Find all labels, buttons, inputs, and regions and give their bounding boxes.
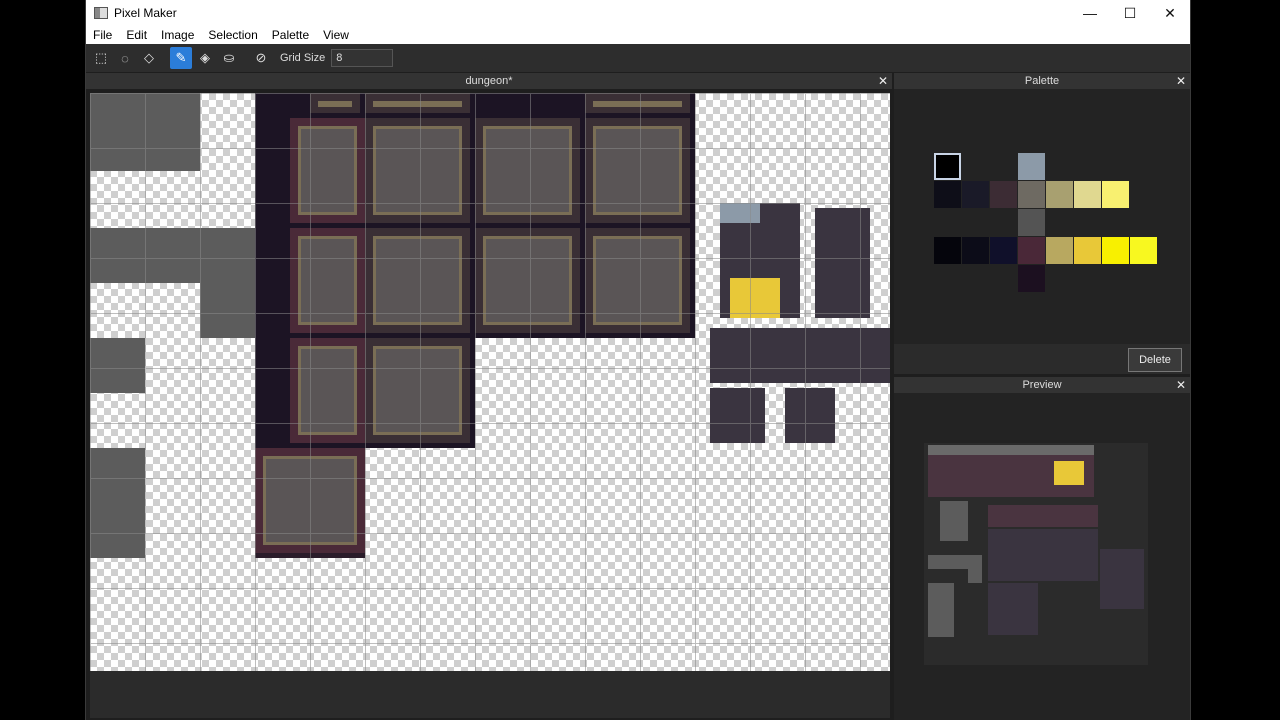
palette-swatch[interactable] (1018, 209, 1045, 236)
palette-swatch[interactable] (1018, 237, 1045, 264)
palette-swatch[interactable] (1074, 237, 1101, 264)
title-bar: Pixel Maker — ☐ ✕ (86, 0, 1190, 26)
ellipse-select-icon[interactable]: ◌ (114, 47, 136, 69)
eraser-icon[interactable]: ◈ (194, 47, 216, 69)
grey-block (90, 338, 145, 393)
app-icon (94, 7, 108, 19)
palette-swatch[interactable] (1102, 181, 1129, 208)
preview-header: Preview ✕ (894, 377, 1190, 393)
palette-swatch[interactable] (1018, 265, 1045, 292)
close-window-button[interactable]: ✕ (1150, 0, 1190, 26)
menu-edit[interactable]: Edit (119, 28, 154, 42)
floor-tile (365, 93, 470, 113)
grey-block (90, 93, 200, 171)
palette-swatch[interactable] (990, 237, 1017, 264)
canvas-margin (90, 671, 890, 718)
sprite-highlight (730, 278, 780, 318)
floor-tile (585, 93, 690, 113)
preview-tiles (988, 529, 1098, 581)
lasso-select-icon[interactable]: ◇ (138, 47, 160, 69)
wall-tile (255, 448, 365, 553)
floor-tile (475, 118, 580, 223)
fill-bucket-icon[interactable]: ⛀ (218, 47, 240, 69)
preview-wall-top (928, 445, 1094, 455)
preview-grey-block (928, 583, 954, 637)
floor-tile (475, 228, 580, 333)
menu-selection[interactable]: Selection (201, 28, 264, 42)
wall-tile (290, 118, 365, 223)
close-palette-icon[interactable]: ✕ (1176, 73, 1186, 89)
grey-block (90, 448, 145, 558)
sprite-block (815, 208, 870, 318)
menu-bar: File Edit Image Selection Palette View (86, 26, 1190, 44)
sprite-highlight (720, 203, 760, 223)
preview-grey-block (968, 555, 982, 583)
palette-swatch[interactable] (962, 181, 989, 208)
document-tab[interactable]: dungeon* ✕ (86, 73, 892, 89)
palette-grid (894, 89, 1190, 344)
grey-block (200, 283, 255, 338)
pixel-maker-window: Pixel Maker — ☐ ✕ File Edit Image Select… (86, 0, 1190, 720)
palette-swatch[interactable] (934, 181, 961, 208)
palette-swatch[interactable] (990, 181, 1017, 208)
close-preview-icon[interactable]: ✕ (1176, 377, 1186, 393)
eyedropper-icon[interactable]: ⊘ (250, 47, 272, 69)
preview-sprites (1100, 549, 1144, 609)
floor-tile (585, 228, 690, 333)
palette-swatch[interactable] (1130, 237, 1157, 264)
window-title: Pixel Maker (114, 6, 177, 20)
palette-title: Palette (1024, 75, 1060, 87)
delete-color-button[interactable]: Delete (1128, 348, 1182, 372)
menu-image[interactable]: Image (154, 28, 201, 42)
preview-torch-glow (1054, 461, 1084, 485)
drawing-canvas[interactable] (90, 93, 890, 671)
palette-swatch[interactable] (962, 237, 989, 264)
grid-size-input[interactable] (331, 49, 394, 67)
close-document-icon[interactable]: ✕ (878, 73, 888, 89)
grey-block (90, 228, 255, 283)
palette-swatch[interactable] (1046, 181, 1073, 208)
palette-header: Palette ✕ (894, 73, 1190, 89)
toolbar: ⬚ ◌ ◇ ✎ ◈ ⛀ ⊘ Grid Size (86, 44, 1190, 72)
preview-tiles (988, 505, 1098, 527)
preview-canvas (924, 443, 1148, 665)
floor-tile (365, 118, 470, 223)
palette-swatch[interactable] (1074, 181, 1101, 208)
preview-tiles (988, 583, 1038, 635)
preview-title: Preview (1022, 379, 1062, 391)
palette-swatch[interactable] (1046, 237, 1073, 264)
document-title: dungeon* (465, 75, 513, 87)
grate-tile (365, 228, 470, 333)
pencil-icon[interactable]: ✎ (170, 47, 192, 69)
wall-tile (290, 338, 365, 443)
floor-tile (310, 93, 360, 113)
palette-swatch[interactable] (1018, 181, 1045, 208)
preview-panel (894, 393, 1190, 720)
menu-palette[interactable]: Palette (265, 28, 316, 42)
sprite-block (710, 388, 765, 443)
palette-swatch-black-selected[interactable] (934, 153, 961, 180)
sprite-block (710, 328, 890, 383)
rect-select-icon[interactable]: ⬚ (90, 47, 112, 69)
palette-swatch[interactable] (1102, 237, 1129, 264)
palette-swatch[interactable] (934, 237, 961, 264)
palette-swatch[interactable] (1018, 153, 1045, 180)
sprite-block (785, 388, 835, 443)
minimize-button[interactable]: — (1070, 0, 1110, 26)
grid-size-label: Grid Size (280, 52, 326, 64)
floor-tile (585, 118, 690, 223)
wall-tile (290, 228, 365, 333)
menu-file[interactable]: File (86, 28, 119, 42)
preview-grey-block (940, 501, 968, 541)
grate-tile (365, 338, 470, 443)
maximize-button[interactable]: ☐ (1110, 0, 1150, 26)
menu-view[interactable]: View (316, 28, 356, 42)
palette-footer: Delete (894, 344, 1190, 374)
